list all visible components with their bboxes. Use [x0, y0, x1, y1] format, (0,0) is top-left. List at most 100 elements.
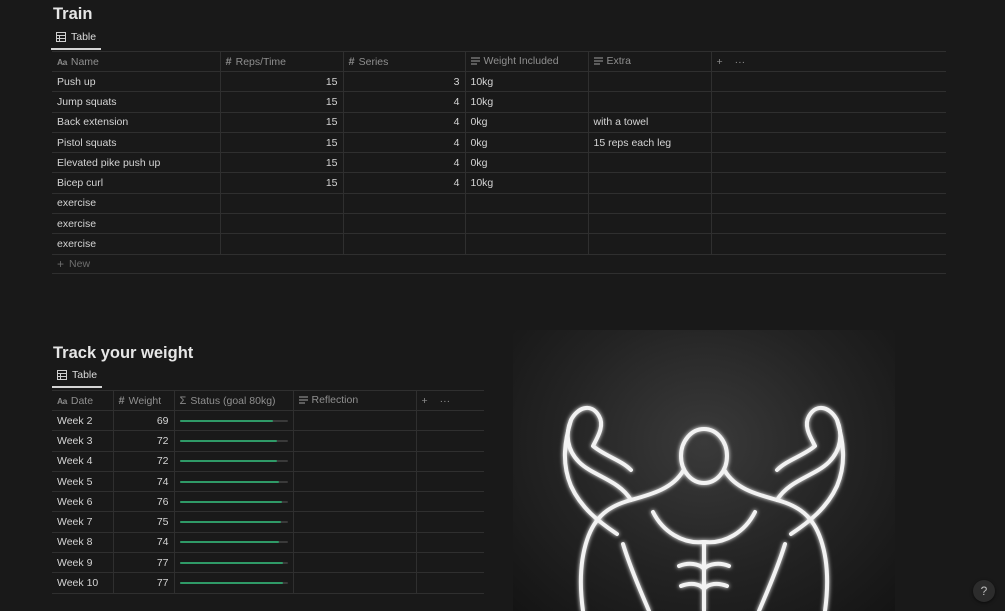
help-button[interactable]: ?	[973, 580, 995, 602]
table-row[interactable]: exercise	[52, 213, 946, 235]
table-row[interactable]: Week 10 77	[52, 572, 484, 594]
cell-reps[interactable]: 15	[220, 71, 344, 93]
cell-series[interactable]: 4	[343, 91, 466, 113]
train-tab-table[interactable]: Table	[51, 31, 102, 50]
cell-name[interactable]: Push up	[52, 71, 221, 93]
cell-date[interactable]: Week 3	[52, 430, 114, 452]
table-row[interactable]: Week 5 74	[52, 471, 484, 493]
cell-name[interactable]: Pistol squats	[52, 132, 221, 154]
cell-date[interactable]: Week 10	[52, 572, 114, 594]
cell-weight[interactable]: 72	[113, 451, 175, 472]
table-row[interactable]: Back extension 15 4 0kg with a towel	[52, 112, 946, 133]
col-header-weight-included[interactable]: Weight Included	[465, 51, 589, 72]
cell-reps[interactable]: 15	[220, 112, 344, 133]
cell-weight[interactable]	[465, 193, 589, 215]
col-header-name[interactable]: Aa Name	[52, 51, 221, 72]
cell-weight[interactable]: 74	[113, 532, 175, 554]
col-header-reps[interactable]: # Reps/Time	[220, 51, 344, 72]
more-options-icon[interactable]: ···	[440, 395, 451, 407]
table-row[interactable]: Push up 15 3 10kg	[52, 71, 946, 93]
cell-reps[interactable]: 15	[220, 172, 344, 194]
table-row[interactable]: Week 8 74	[52, 532, 484, 554]
cell-weight[interactable]: 10kg	[465, 172, 589, 194]
cell-series[interactable]: 4	[343, 132, 466, 154]
cell-date[interactable]: Week 6	[52, 491, 114, 513]
cell-reps[interactable]	[220, 213, 344, 235]
cell-reflection[interactable]	[293, 491, 417, 513]
more-options-icon[interactable]: ···	[735, 56, 746, 68]
cell-extra[interactable]	[588, 213, 712, 235]
cell-reflection[interactable]	[293, 471, 417, 493]
cell-extra[interactable]	[588, 152, 712, 174]
cell-extra[interactable]	[588, 91, 712, 113]
cell-series[interactable]: 4	[343, 112, 466, 133]
cell-reflection[interactable]	[293, 552, 417, 574]
cell-reflection[interactable]	[293, 430, 417, 452]
cell-date[interactable]: Week 4	[52, 451, 114, 472]
cell-reflection[interactable]	[293, 451, 417, 472]
cell-extra[interactable]	[588, 193, 712, 215]
table-row[interactable]: Bicep curl 15 4 10kg	[52, 172, 946, 194]
col-header-date[interactable]: Aa Date	[52, 390, 114, 411]
table-row[interactable]: Week 9 77	[52, 552, 484, 574]
cell-reflection[interactable]	[293, 532, 417, 554]
cell-date[interactable]: Week 2	[52, 410, 114, 432]
table-row[interactable]: Week 4 72	[52, 451, 484, 472]
cell-reflection[interactable]	[293, 511, 417, 533]
cell-weight[interactable]	[465, 233, 589, 255]
cell-weight[interactable]: 77	[113, 552, 175, 574]
cell-reps[interactable]: 15	[220, 91, 344, 113]
cell-date[interactable]: Week 5	[52, 471, 114, 493]
col-header-status[interactable]: Σ Status (goal 80kg)	[174, 390, 294, 411]
cell-extra[interactable]	[588, 172, 712, 194]
cell-series[interactable]: 3	[343, 71, 466, 93]
cell-weight[interactable]	[465, 213, 589, 235]
cell-weight[interactable]: 76	[113, 491, 175, 513]
cell-name[interactable]: Bicep curl	[52, 172, 221, 194]
cell-extra[interactable]	[588, 71, 712, 93]
cell-name[interactable]: Jump squats	[52, 91, 221, 113]
cell-reps[interactable]	[220, 233, 344, 255]
cell-series[interactable]	[343, 193, 466, 215]
table-row[interactable]: Pistol squats 15 4 0kg 15 reps each leg	[52, 132, 946, 154]
cell-date[interactable]: Week 9	[52, 552, 114, 574]
cell-reps[interactable]	[220, 193, 344, 215]
cell-weight[interactable]: 69	[113, 410, 175, 432]
cell-weight[interactable]: 0kg	[465, 132, 589, 154]
cell-weight[interactable]: 75	[113, 511, 175, 533]
cell-weight[interactable]: 10kg	[465, 71, 589, 93]
cell-extra[interactable]	[588, 233, 712, 255]
cell-reps[interactable]: 15	[220, 132, 344, 154]
table-row[interactable]: Week 7 75	[52, 511, 484, 533]
cell-reps[interactable]: 15	[220, 152, 344, 174]
add-new-row-button[interactable]: + New	[52, 254, 946, 274]
cell-series[interactable]	[343, 213, 466, 235]
add-property-icon[interactable]: +	[422, 395, 428, 407]
cell-weight[interactable]: 10kg	[465, 91, 589, 113]
cell-series[interactable]	[343, 233, 466, 255]
table-row[interactable]: Week 6 76	[52, 491, 484, 513]
add-property-icon[interactable]: +	[717, 56, 723, 68]
table-row[interactable]: Jump squats 15 4 10kg	[52, 91, 946, 113]
cell-name[interactable]: exercise	[52, 233, 221, 255]
cell-weight[interactable]: 0kg	[465, 112, 589, 133]
cell-series[interactable]: 4	[343, 152, 466, 174]
col-header-series[interactable]: # Series	[343, 51, 466, 72]
cell-name[interactable]: Elevated pike push up	[52, 152, 221, 174]
table-row[interactable]: exercise	[52, 233, 946, 255]
cell-date[interactable]: Week 7	[52, 511, 114, 533]
table-row[interactable]: Week 2 69	[52, 410, 484, 432]
col-header-reflection[interactable]: Reflection	[293, 390, 417, 411]
table-row[interactable]: Elevated pike push up 15 4 0kg	[52, 152, 946, 174]
table-row[interactable]: exercise	[52, 193, 946, 215]
cell-name[interactable]: exercise	[52, 213, 221, 235]
col-header-extra[interactable]: Extra	[588, 51, 712, 72]
cell-weight[interactable]: 77	[113, 572, 175, 594]
cell-extra[interactable]: with a towel	[588, 112, 712, 133]
col-header-weight[interactable]: # Weight	[113, 390, 175, 411]
table-row[interactable]: Week 3 72	[52, 430, 484, 452]
cell-weight[interactable]: 74	[113, 471, 175, 493]
cell-extra[interactable]: 15 reps each leg	[588, 132, 712, 154]
cell-reflection[interactable]	[293, 572, 417, 594]
cell-name[interactable]: exercise	[52, 193, 221, 215]
